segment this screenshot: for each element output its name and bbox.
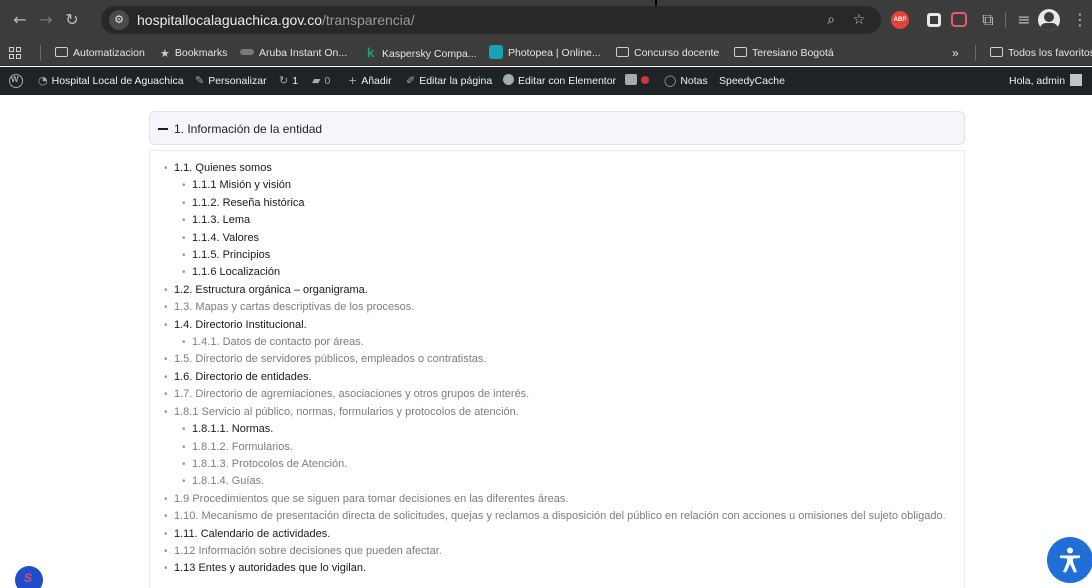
chat-widget-button[interactable]: S — [15, 566, 43, 588]
folder-icon — [990, 47, 1003, 57]
reload-icon[interactable]: ↻ — [60, 8, 84, 32]
bookmarks-divider — [975, 45, 976, 61]
admin-updates[interactable]: ↻ 1 — [279, 74, 298, 88]
toolbar-divider — [1005, 12, 1006, 28]
pencil-icon: ✐ — [406, 74, 416, 87]
admin-comments[interactable]: ▰ 0 — [312, 74, 330, 88]
comment-icon: ▰ — [312, 74, 321, 87]
list-item[interactable]: 1.2. Estructura orgánica – organigrama. — [162, 282, 958, 300]
admin-customize[interactable]: ✎ Personalizar — [195, 74, 267, 88]
list-item[interactable]: 1.12 Información sobre decisiones que pu… — [162, 543, 958, 561]
list-item[interactable]: 1.9 Procedimientos que se siguen para to… — [162, 491, 958, 509]
admin-avatar-icon — [1070, 74, 1083, 86]
list-item[interactable]: 1.4. Directorio Institucional. — [162, 317, 958, 335]
list-item[interactable]: 1.11. Calendario de actividades. — [162, 526, 958, 544]
bookmark-bookmarks[interactable]: ★ Bookmarks — [160, 45, 227, 61]
all-bookmarks-folder[interactable]: Todos los favoritos — [990, 45, 1092, 61]
list-item[interactable]: 1.6. Directorio de entidades. — [162, 369, 958, 387]
back-arrow-icon[interactable]: ← — [8, 8, 32, 32]
list-item[interactable]: 1.3. Mapas y cartas descriptivas de los … — [162, 299, 958, 317]
bookmark-automatizacion[interactable]: Automatizacion — [55, 45, 145, 61]
zoom-icon[interactable]: ⌕ — [821, 10, 841, 30]
admin-add-new[interactable]: + Añadir — [348, 74, 392, 88]
wp-admin-bar: ◔Hospital Local de Aguachica ✎Personaliz… — [0, 67, 1092, 95]
reading-list-icon[interactable]: ≡ — [1012, 8, 1036, 32]
dashboard-icon: ◔ — [38, 74, 48, 87]
folder-icon — [734, 47, 747, 57]
collapse-minus-icon[interactable] — [158, 128, 168, 130]
bookmarks-bar: Automatizacion ★ Bookmarks Aruba Instant … — [0, 40, 1092, 66]
elementor-icon — [503, 74, 514, 85]
adblock-extension-icon[interactable]: ABP — [891, 11, 909, 29]
admin-seo[interactable] — [625, 74, 653, 88]
apps-grid-icon[interactable] — [9, 47, 21, 59]
list-item[interactable]: 1.1.3. Lema — [180, 212, 958, 230]
list-item[interactable]: 1.1.5. Principios — [180, 247, 958, 265]
address-bar[interactable]: ⚙ hospitallocalaguachica.gov.co/transpar… — [101, 6, 881, 34]
seo-status-dot-icon — [641, 76, 649, 84]
list-item[interactable]: 1.13 Entes y autoridades que lo vigilan. — [162, 560, 958, 578]
list-item[interactable]: 1.8.1 Servicio al público, normas, formu… — [162, 404, 958, 422]
wordpress-logo-icon[interactable] — [9, 74, 23, 88]
kaspersky-icon: k — [367, 45, 375, 60]
brush-icon: ✎ — [195, 74, 205, 87]
list-item[interactable]: 1.4.1. Datos de contacto por áreas. — [180, 334, 958, 352]
admin-edit-page[interactable]: ✐ Editar la página — [406, 74, 492, 88]
speech-bubble-icon: ◯ — [664, 74, 677, 87]
updates-icon: ↻ — [279, 74, 289, 87]
bookmark-aruba[interactable]: Aruba Instant On... — [240, 45, 347, 61]
extension-square-icon[interactable] — [927, 13, 941, 27]
bookmark-photopea[interactable]: Photopea | Online... — [489, 45, 601, 61]
admin-account[interactable]: Hola, admin — [1009, 74, 1083, 88]
list-item[interactable]: 1.5. Directorio de servidores públicos, … — [162, 351, 958, 369]
list-item[interactable]: 1.1.4. Valores — [180, 230, 958, 248]
plus-icon: + — [348, 74, 358, 87]
aruba-icon — [240, 49, 254, 55]
list-item[interactable]: 1.1. Quienes somos — [162, 160, 958, 178]
list-item[interactable]: 1.7. Directorio de agremiaciones, asocia… — [162, 386, 958, 404]
url-text[interactable]: hospitallocalaguachica.gov.co/transparen… — [137, 12, 415, 28]
bookmarks-divider — [40, 45, 41, 61]
list-item[interactable]: 1.1.2. Reseña histórica — [180, 195, 958, 213]
list-item[interactable]: 1.8.1.2. Formularios. — [180, 439, 958, 457]
menu-kebab-icon[interactable]: ⋮ — [1068, 8, 1092, 32]
admin-notes[interactable]: ◯ Notas — [664, 74, 708, 88]
transparency-list: 1.1. Quienes somos1.1.1 Misión y visión1… — [162, 160, 958, 578]
bookmark-kaspersky[interactable]: k Kaspersky Compa... — [367, 45, 477, 61]
yoast-seo-icon — [625, 74, 637, 85]
pocket-extension-icon[interactable] — [951, 12, 967, 27]
page-content: 1. Información de la entidad 1.1. Quiene… — [0, 95, 1092, 588]
profile-avatar-icon[interactable] — [1038, 9, 1060, 31]
forward-arrow-icon[interactable]: → — [34, 8, 58, 32]
accessibility-icon — [1060, 547, 1080, 573]
list-item[interactable]: 1.1.6 Localización — [180, 264, 958, 282]
accordion-title: 1. Información de la entidad — [174, 122, 323, 136]
bookmark-concurso-docente[interactable]: Concurso docente — [616, 45, 719, 61]
photopea-icon — [489, 45, 503, 59]
list-item[interactable]: 1.1.1 Misión y visión — [180, 177, 958, 195]
url-path: /transparencia/ — [321, 12, 415, 28]
list-item[interactable]: 1.10. Mecanismo de presentación directa … — [162, 508, 958, 526]
url-host: hospitallocalaguachica.gov.co — [137, 12, 322, 28]
accordion-header[interactable]: 1. Información de la entidad — [149, 111, 965, 145]
folder-icon — [616, 47, 629, 57]
list-item[interactable]: 1.8.1.1. Normas. — [180, 421, 958, 439]
folder-icon — [55, 47, 68, 57]
extensions-puzzle-icon[interactable]: ⧉ — [976, 8, 1000, 32]
star-icon: ★ — [160, 47, 170, 60]
chat-logo-icon: S — [24, 571, 33, 585]
bookmark-teresiano[interactable]: Teresiano Bogotá — [734, 45, 834, 61]
list-item[interactable]: 1.8.1.3. Protocolos de Atención. — [180, 456, 958, 474]
bookmark-star-icon[interactable]: ☆ — [849, 10, 869, 30]
accessibility-button[interactable] — [1047, 537, 1092, 583]
admin-speedycache[interactable]: SpeedyCache — [719, 74, 785, 88]
site-settings-icon[interactable]: ⚙ — [109, 10, 129, 30]
accordion-panel: 1.1. Quienes somos1.1.1 Misión y visión1… — [149, 150, 965, 588]
admin-site-name[interactable]: ◔ Hospital Local de Aguachica — [38, 74, 184, 88]
admin-edit-elementor[interactable]: Editar con Elementor — [503, 74, 616, 88]
list-item[interactable]: 1.8.1.4. Guías. — [180, 473, 958, 491]
bookmarks-overflow-button[interactable]: » — [952, 45, 959, 61]
browser-toolbar: ← → ↻ ⚙ hospitallocalaguachica.gov.co/tr… — [0, 0, 1092, 40]
